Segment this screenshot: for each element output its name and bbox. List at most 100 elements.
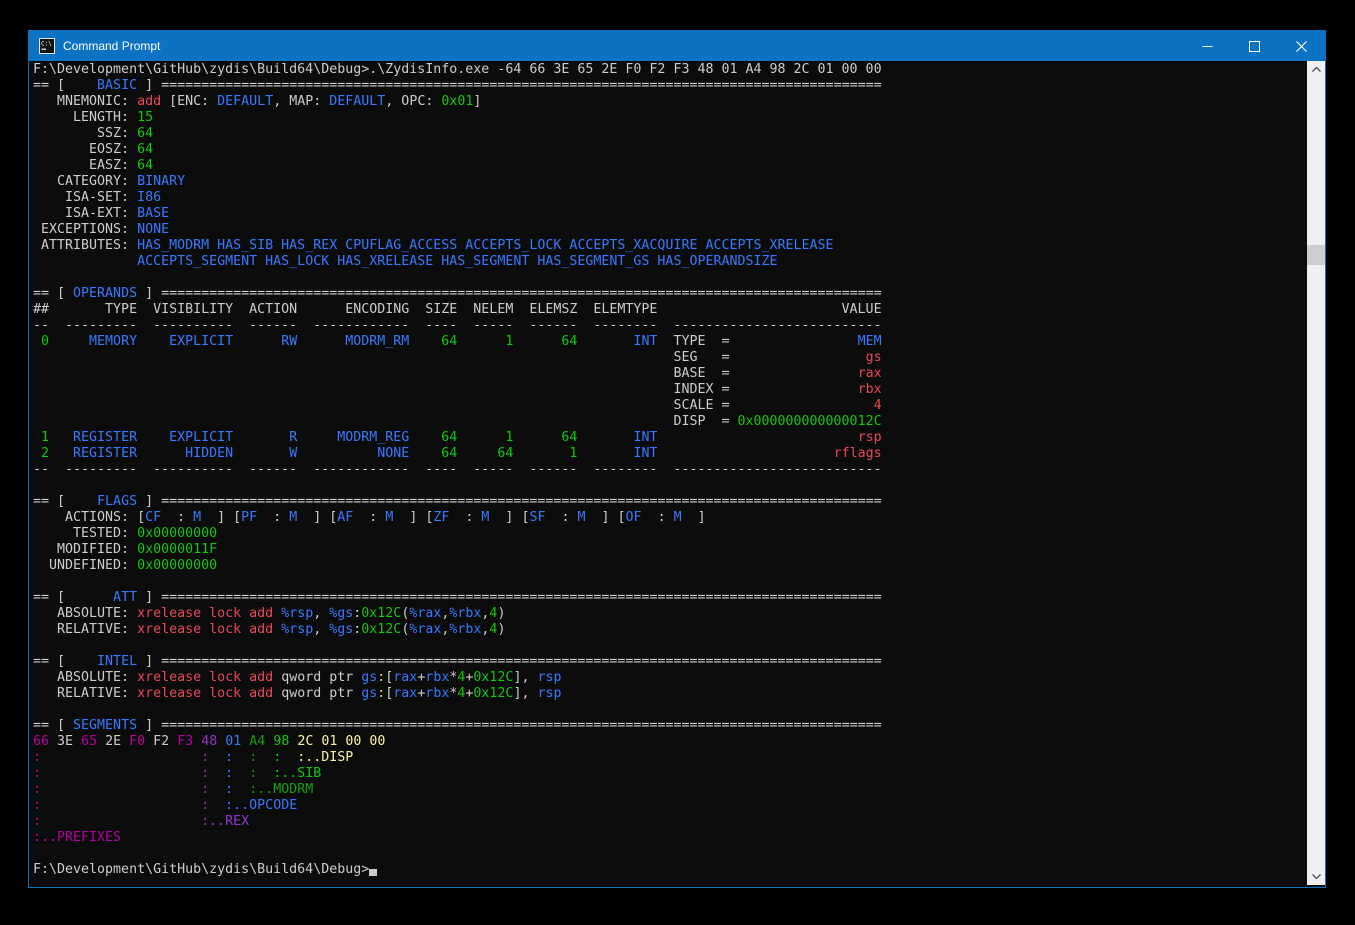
console-text-segment: CATEGORY: — [33, 174, 137, 189]
console-text-segment: : — [225, 782, 233, 797]
console-text-segment: %rax — [409, 606, 441, 621]
console-text-segment: F:\Development\GitHub\zydis\Build64\Debu… — [33, 62, 882, 77]
console-text-segment — [49, 734, 57, 749]
console-text-segment: : — [33, 750, 41, 765]
console-text-segment: AF — [337, 510, 353, 525]
console-line: CATEGORY: BINARY — [33, 174, 1305, 190]
console-text-segment — [33, 366, 673, 381]
console-line — [33, 638, 1305, 654]
console-text-segment: REGISTER — [49, 446, 137, 461]
console-text-segment: RW — [233, 334, 297, 349]
console-text-segment: %rsp — [281, 622, 313, 637]
console-text-segment — [233, 766, 249, 781]
console-text-segment: : — [225, 750, 233, 765]
close-button[interactable] — [1278, 31, 1325, 61]
console-text-segment: ] [ — [201, 510, 241, 525]
console-text-segment — [233, 782, 249, 797]
console-text-segment: == [ — [33, 590, 73, 605]
console-output[interactable]: F:\Development\GitHub\zydis\Build64\Debu… — [29, 61, 1305, 885]
text-cursor — [369, 869, 377, 876]
console-text-segment: 1 — [513, 446, 577, 461]
console-line: MODIFIED: 0x0000011F — [33, 542, 1305, 558]
console-line: INDEX = rbx — [33, 382, 1305, 398]
console-text-segment — [145, 734, 153, 749]
console-text-segment: == [ — [33, 654, 73, 669]
console-text-segment: : — [642, 510, 674, 525]
console-line: ISA-SET: I86 — [33, 190, 1305, 206]
scrollbar-up-arrow[interactable] — [1307, 61, 1325, 78]
console-text-segment — [729, 366, 857, 381]
console-text-segment — [33, 414, 673, 429]
console-text-segment: INT — [577, 334, 657, 349]
console-text-segment: rbx — [858, 382, 882, 397]
minimize-button[interactable] — [1184, 31, 1231, 61]
maximize-icon — [1249, 41, 1260, 52]
console-text-segment: A4 — [249, 734, 265, 749]
console-text-segment: gs — [361, 686, 377, 701]
console-text-segment: SEGMENTS — [73, 718, 137, 733]
console-text-segment: ] — [137, 590, 161, 605]
console-text-segment: EXPLICIT — [137, 430, 233, 445]
console-line: ACTIONS: [CF : M ] [PF : M ] [AF : M ] [… — [33, 510, 1305, 526]
console-text-segment: :..OPCODE — [225, 798, 297, 813]
console-text-segment: qword ptr — [281, 670, 361, 685]
console-text-segment: BINARY — [137, 174, 185, 189]
console-text-segment: BASE — [137, 206, 169, 221]
console-text-segment: : — [33, 814, 41, 829]
console-text-segment: 65 — [81, 734, 97, 749]
console-line: F:\Development\GitHub\zydis\Build64\Debu… — [33, 62, 1305, 78]
console-text-segment: , OPC: — [385, 94, 441, 109]
console-text-segment: ) — [497, 622, 505, 637]
title-bar[interactable]: C:\ Command Prompt — [29, 31, 1325, 61]
console-text-segment: %rsp — [281, 606, 313, 621]
console-line: 0 MEMORY EXPLICIT RW MODRM_RM 64 1 64 IN… — [33, 334, 1305, 350]
console-text-segment: M — [193, 510, 201, 525]
console-line: ISA-EXT: BASE — [33, 206, 1305, 222]
console-text-segment: , MAP: — [273, 94, 329, 109]
console-text-segment: BASIC — [73, 78, 137, 93]
console-text-segment: ========================================… — [161, 654, 882, 669]
console-text-segment: : — [201, 766, 209, 781]
console-text-segment: 3E — [57, 734, 73, 749]
console-line: LENGTH: 15 — [33, 110, 1305, 126]
console-text-segment: ATT — [73, 590, 137, 605]
console-text-segment — [33, 398, 673, 413]
maximize-button[interactable] — [1231, 31, 1278, 61]
vertical-scrollbar[interactable] — [1307, 61, 1325, 885]
console-text-segment: INTEL — [73, 654, 137, 669]
console-text-segment: 64 — [409, 430, 457, 445]
console-text-segment — [33, 254, 137, 269]
console-text-segment: NONE — [137, 222, 169, 237]
console-text-segment: REGISTER — [49, 430, 137, 445]
console-text-segment: add — [137, 94, 161, 109]
console-text-segment: 0x00000000 — [137, 526, 217, 541]
console-text-segment: 1 — [457, 430, 513, 445]
console-line: -- --------- ---------- ------ ---------… — [33, 462, 1305, 478]
console-text-segment: 48 — [201, 734, 217, 749]
console-text-segment: ] — [137, 718, 161, 733]
console-line: ATTRIBUTES: HAS_MODRM HAS_SIB HAS_REX CP… — [33, 238, 1305, 254]
console-text-segment: ABSOLUTE: — [33, 606, 137, 621]
console-text-segment: M — [674, 510, 682, 525]
scrollbar-thumb[interactable] — [1307, 245, 1325, 265]
console-line: F:\Development\GitHub\zydis\Build64\Debu… — [33, 862, 1305, 878]
console-text-segment: EXPLICIT — [137, 334, 233, 349]
console-text-segment: 0x00000000 — [137, 558, 217, 573]
console-text-segment: ABSOLUTE: — [33, 670, 137, 685]
console-line: ABSOLUTE: xrelease lock add %rsp, %gs:0x… — [33, 606, 1305, 622]
console-line: 1 REGISTER EXPLICIT R MODRM_REG 64 1 64 … — [33, 430, 1305, 446]
scrollbar-down-arrow[interactable] — [1307, 868, 1325, 885]
console-text-segment: LENGTH: — [33, 110, 137, 125]
console-text-segment: INDEX = — [673, 382, 729, 397]
console-text-segment: 2C 01 00 00 — [297, 734, 385, 749]
console-text-segment: -- --------- ---------- ------ ---------… — [33, 318, 882, 333]
console-text-segment: ISA-SET: — [33, 190, 137, 205]
chevron-down-icon — [1312, 874, 1321, 879]
console-text-segment: MODRM_RM — [297, 334, 409, 349]
console-text-segment: : — [257, 510, 289, 525]
console-text-segment: xrelease lock add — [137, 686, 281, 701]
console-text-segment: :..MODRM — [249, 782, 313, 797]
console-text-segment: rsp — [858, 430, 882, 445]
console-text-segment: %rax — [409, 622, 441, 637]
console-line — [33, 270, 1305, 286]
